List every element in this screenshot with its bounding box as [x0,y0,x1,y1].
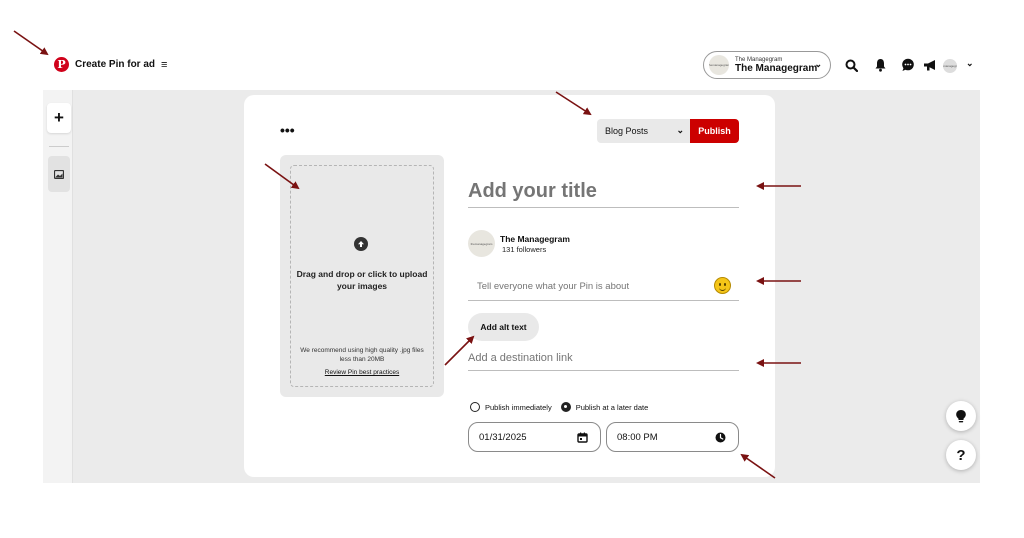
rail-divider [49,146,69,147]
profile-name: The Managegram [500,234,570,244]
bell-icon[interactable] [872,57,888,73]
page-title: Create Pin for ad [75,59,156,70]
board-select-value: Blog Posts [605,126,649,136]
date-value: 01/31/2025 [479,431,527,443]
chevron-down-icon: ⌄ [676,125,684,135]
publish-timing-options: Publish immediately Publish at a later d… [470,402,648,412]
screen: P Create Pin for ad ≡ themanagegram The … [0,0,1024,538]
annotation-arrow [13,30,49,56]
megaphone-icon[interactable] [922,57,938,73]
image-thumbnail-icon[interactable] [48,156,70,192]
time-picker[interactable]: 08:00 PM [606,422,739,452]
account-small-name: The Managegram [735,56,783,63]
page-header: P Create Pin for ad ≡ [54,57,167,72]
user-avatar[interactable]: themanagegram [943,59,957,73]
upload-arrow-icon[interactable] [354,237,368,251]
account-logo: themanagegram [709,55,729,75]
hamburger-menu-icon[interactable]: ≡ [161,59,167,71]
title-input[interactable] [468,175,739,208]
destination-link-input[interactable] [468,345,739,371]
review-best-practices-link[interactable]: Review Pin best practices [296,369,428,376]
chevron-down-icon: ⌄ [814,59,822,69]
chevron-down-icon[interactable]: ⌄ [966,58,974,69]
publish-later-radio[interactable] [560,402,571,412]
publish-button[interactable]: Publish [690,119,739,143]
upload-recommendation: We recommend using high quality .jpg fil… [300,347,424,363]
help-button[interactable]: ? [946,440,976,470]
pinterest-logo-icon[interactable]: P [54,57,69,72]
account-switcher[interactable]: themanagegram The Managegram The Manageg… [703,51,831,79]
calendar-icon[interactable] [577,432,588,443]
add-alt-text-button[interactable]: Add alt text [468,313,539,341]
publish-immediately-radio[interactable] [470,402,480,412]
more-options-icon[interactable]: ••• [280,122,295,138]
chat-icon[interactable] [900,57,916,73]
profile-avatar: themanagegram [468,230,495,257]
clock-icon[interactable] [715,432,726,443]
lightbulb-icon[interactable] [946,401,976,431]
emoji-picker-icon[interactable] [714,277,731,294]
account-name: The Managegram [735,62,818,74]
time-value: 08:00 PM [617,431,658,443]
side-rail [43,90,73,483]
add-pin-button[interactable]: + [47,103,71,133]
date-picker[interactable]: 01/31/2025 [468,422,601,452]
follower-count: 131 followers [502,245,547,254]
publish-immediately-label: Publish immediately [485,402,552,412]
search-icon[interactable] [843,57,859,73]
upload-instruction: Drag and drop or click to upload your im… [296,269,428,291]
description-input[interactable] [468,273,739,301]
publish-later-label: Publish at a later date [575,402,649,412]
board-select[interactable]: Blog Posts ⌄ [597,119,690,143]
